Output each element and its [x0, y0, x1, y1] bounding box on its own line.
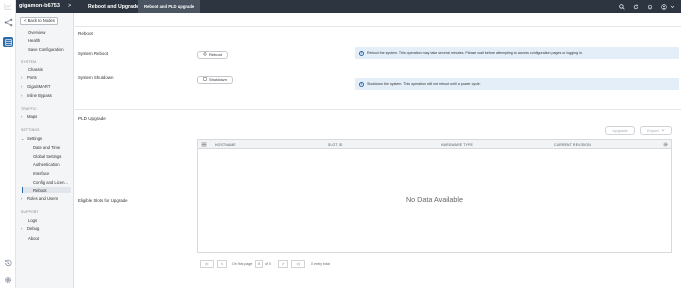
sidebar-item-authentication[interactable]: Authentication: [33, 162, 60, 167]
page-number-value: 0: [258, 262, 260, 266]
sidebar-heading-system: SYSTEM: [21, 60, 37, 64]
page-label: On this page: [232, 262, 253, 266]
sidebar-item-settings[interactable]: ⌄ Settings: [21, 136, 42, 141]
first-page-button[interactable]: |<: [200, 260, 214, 268]
nodes-list-icon[interactable]: [3, 37, 13, 47]
sidebar-item-maps[interactable]: › Maps: [21, 114, 37, 119]
gear-icon[interactable]: [3, 275, 13, 285]
sidebar-item-label: Debug: [27, 226, 40, 231]
sidebar-item-label: Inline Bypass: [27, 93, 52, 98]
first-page-label: |<: [205, 262, 209, 266]
sidebar-item-overview[interactable]: Overview: [28, 30, 45, 35]
gear-icon[interactable]: [663, 142, 668, 148]
sidebar-item-roles-and-users[interactable]: › Roles and Users: [21, 196, 58, 201]
column-header-hardware-type[interactable]: HARDWARE TYPE: [441, 143, 473, 147]
device-name[interactable]: gigamon-b6753: [19, 3, 60, 9]
prev-page-button[interactable]: <: [217, 260, 227, 268]
page-of-label: of 0: [265, 262, 271, 266]
info-icon: i: [359, 81, 364, 87]
sidebar-item-label: Roles and Users: [27, 196, 58, 201]
top-bar: gigamon-b6753 > Reboot and Upgrade Reboo…: [0, 0, 681, 13]
prev-page-label: <: [220, 262, 224, 266]
search-icon[interactable]: [618, 3, 625, 10]
section-divider: [75, 109, 681, 110]
power-icon: [203, 77, 207, 83]
page-number-input[interactable]: 0: [255, 260, 263, 268]
sidebar-item-about[interactable]: About: [28, 236, 39, 241]
node-sidebar: < Back to Nodes Overview Health Save Con…: [16, 13, 74, 288]
reboot-button[interactable]: Reboot: [197, 51, 228, 59]
sidebar-item-interface[interactable]: Interface: [33, 171, 49, 176]
next-page-button[interactable]: >: [278, 260, 288, 268]
sidebar-item-debug[interactable]: › Debug: [21, 226, 39, 231]
sidebar-item-label: Ports: [27, 75, 37, 80]
sidebar-heading-traffic: TRAFFIC: [21, 107, 37, 111]
reboot-section-title: Reboot: [78, 31, 93, 36]
table-header: HOSTNAME SLOT ID HARDWARE TYPE CURRENT R…: [198, 140, 671, 149]
sidebar-heading-settings: SETTINGS: [21, 128, 40, 132]
export-button-label: Export: [647, 128, 659, 133]
eligible-slots-label: Eligible Slots for Upgrade: [78, 198, 128, 203]
next-page-label: >: [281, 262, 285, 266]
pld-upgrade-section-title: PLD Upgrade: [78, 116, 106, 121]
sidebar-item-chassis[interactable]: Chassis: [28, 67, 43, 72]
sidebar-item-reboot[interactable]: Reboot: [33, 188, 47, 193]
sidebar-item-inline-bypass[interactable]: › Inline Bypass: [21, 93, 52, 98]
sidebar-item-gigasmart[interactable]: › GigaSMART: [21, 84, 50, 89]
sidebar-item-save-configuration[interactable]: Save Configuration: [28, 47, 64, 52]
sidebar-item-config-and-licenses[interactable]: Config and Licen...: [33, 180, 68, 185]
eligible-slots-table: HOSTNAME SLOT ID HARDWARE TYPE CURRENT R…: [197, 139, 672, 253]
bell-icon[interactable]: [646, 3, 653, 10]
history-icon[interactable]: [3, 258, 13, 268]
topbar-actions: [618, 3, 676, 10]
system-reboot-label: System Reboot: [78, 51, 109, 56]
upgrade-button[interactable]: Upgrade: [605, 126, 635, 135]
sidebar-item-ports[interactable]: › Ports: [21, 75, 37, 80]
sidebar-item-health[interactable]: Health: [28, 38, 40, 43]
export-button[interactable]: Export: [640, 126, 672, 135]
column-header-hostname[interactable]: HOSTNAME: [215, 143, 236, 147]
tab-reboot-pld-upgrade[interactable]: Reboot and PLD upgrade: [138, 0, 201, 13]
dashboard-chart-icon[interactable]: [3, 2, 13, 11]
shutdown-info-text: Shutdown the system. This operation will…: [367, 82, 481, 86]
section-divider: [75, 26, 681, 27]
entry-count-text: 0 entry total: [311, 262, 330, 266]
shutdown-button[interactable]: Shutdown: [197, 76, 233, 84]
sidebar-heading-support: SUPPORT: [21, 210, 39, 214]
user-icon[interactable]: [660, 3, 667, 10]
shutdown-button-label: Shutdown: [209, 77, 227, 82]
refresh-icon: [203, 52, 207, 58]
nav-rail: [0, 0, 16, 288]
shutdown-info-message: i Shutdown the system. This operation wi…: [355, 78, 679, 90]
column-header-slot-id[interactable]: SLOT ID: [328, 143, 343, 147]
reboot-button-label: Reboot: [209, 52, 222, 57]
back-to-nodes-button[interactable]: < Back to Nodes: [20, 17, 58, 25]
last-page-button[interactable]: >|: [291, 260, 305, 268]
column-header-current-revision[interactable]: CURRENT REVISION: [554, 143, 591, 147]
sidebar-item-label: GigaSMART: [27, 84, 51, 89]
reboot-info-text: Reboot the system. This operation may ta…: [367, 51, 583, 55]
chevron-down-icon: [661, 128, 665, 133]
sidebar-item-label: Settings: [27, 136, 43, 141]
refresh-icon[interactable]: [632, 3, 639, 10]
reboot-info-message: i Reboot the system. This operation may …: [355, 47, 679, 59]
device-chevron[interactable]: >: [68, 3, 71, 9]
page-title: Reboot and Upgrade: [88, 3, 140, 10]
main-content: Reboot System Reboot Reboot i Reboot the…: [75, 13, 681, 288]
column-menu-icon[interactable]: [201, 142, 207, 148]
info-icon: i: [359, 50, 364, 56]
user-menu-chevron-icon[interactable]: [669, 3, 676, 10]
sidebar-item-date-and-time[interactable]: Date and Time: [33, 145, 60, 150]
upgrade-button-label: Upgrade: [612, 128, 628, 133]
system-shutdown-label: System Shutdown: [78, 75, 114, 80]
sidebar-item-global-settings[interactable]: Global Settings: [33, 154, 61, 159]
topology-icon[interactable]: [3, 17, 13, 27]
sidebar-item-label: Maps: [27, 114, 38, 119]
sidebar-item-logs[interactable]: Logs: [28, 218, 37, 223]
empty-state-text: No Data Available: [405, 195, 463, 204]
last-page-label: >|: [296, 262, 300, 266]
